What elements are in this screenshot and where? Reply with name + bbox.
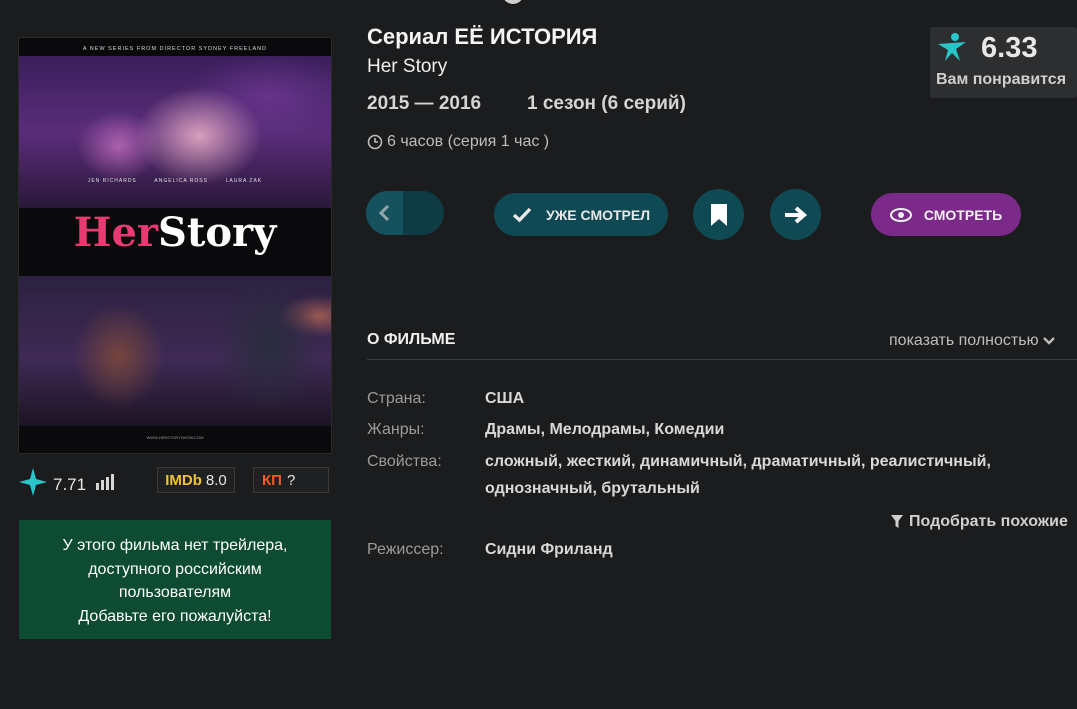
signal-bars-icon — [96, 474, 118, 490]
original-title: Her Story — [367, 56, 448, 77]
top-cropped-circle — [502, 0, 524, 4]
our-rating-value: 7.71 — [53, 475, 87, 494]
chevron-left-icon — [378, 204, 390, 222]
find-similar-link[interactable]: Подобрать похожие — [890, 513, 1068, 531]
years: 2015 — 2016 — [367, 93, 482, 114]
about-divider — [367, 359, 1077, 360]
properties-value[interactable]: сложный, жесткий, динамичный, драматичны… — [485, 448, 991, 502]
country-label: Страна: — [367, 390, 426, 407]
bookmark-button[interactable] — [693, 189, 744, 240]
bookmark-icon — [710, 203, 727, 226]
watched-label: УЖЕ СМОТРЕЛ — [545, 206, 651, 223]
director-label: Режиссер: — [367, 541, 444, 558]
imdb-rating[interactable]: IMDb 8.0 — [157, 467, 235, 493]
watch-button[interactable]: СМОТРЕТЬ — [871, 193, 1021, 236]
poster-cast-2: ANGELICA ROSS — [154, 178, 208, 184]
poster-cast-1: JEN RICHARDS — [87, 178, 137, 184]
genres-value[interactable]: Драмы, Мелодрамы, Комедии — [485, 416, 724, 443]
ratings-row: 7.71 IMDb 8.0 КП ? — [18, 467, 332, 497]
share-button[interactable] — [770, 189, 821, 240]
predicted-score: 6.33 Вам понравится — [930, 27, 1077, 98]
poster-scene-bottom — [19, 276, 331, 426]
poster-scene-top — [19, 56, 331, 208]
show-full-label: показать полностью — [889, 332, 1039, 349]
top-cropped-element — [492, 0, 532, 6]
chevron-down-icon — [1042, 337, 1055, 345]
genres-label: Жанры: — [367, 421, 425, 438]
duration-text: 6 часов (серия 1 час ) — [387, 133, 550, 150]
imdb-value: 8.0 — [205, 471, 227, 489]
duration: 6 часов (серия 1 час ) — [367, 133, 549, 151]
poster-cast: JEN RICHARDS ANGELICA ROSS LAURA ZAK — [19, 178, 331, 184]
poster-logo-her: Her — [73, 209, 158, 256]
properties-label: Свойства: — [367, 453, 442, 470]
kp-label: КП — [262, 471, 282, 489]
poster-cast-3: LAURA ZAK — [225, 178, 263, 184]
no-trailer-line-1: У этого фильма нет трейлера, — [62, 537, 288, 554]
no-trailer-line-3: пользователям — [118, 584, 232, 601]
page-title: Сериал ЕЁ ИСТОРИЯ — [367, 24, 598, 49]
poster-logo: HerStory — [19, 203, 331, 263]
filter-icon — [891, 515, 903, 528]
season-info: 1 сезон (6 серий) — [527, 93, 686, 114]
poster-logo-story: Story — [157, 209, 277, 256]
predicted-score-caption: Вам понравится — [936, 71, 1067, 88]
poster-tagline: A NEW SERIES FROM DIRECTOR SYDNEY FREELA… — [82, 46, 268, 52]
watched-button[interactable]: УЖЕ СМОТРЕЛ — [494, 193, 668, 236]
kp-value: ? — [286, 471, 296, 489]
kp-rating[interactable]: КП ? — [253, 467, 329, 493]
poster-image: A NEW SERIES FROM DIRECTOR SYDNEY FREELA… — [18, 37, 332, 454]
find-similar-label: Подобрать похожие — [909, 513, 1068, 530]
imdb-label: IMDb — [165, 471, 202, 489]
arrow-right-icon — [784, 205, 807, 224]
eye-icon — [889, 207, 912, 222]
properties-line-2: однозначный, брутальный — [485, 480, 700, 497]
poster-url: WWW.HERSTORYSHOW.COM — [146, 435, 204, 440]
watch-label: СМОТРЕТЬ — [923, 206, 1003, 223]
prev-button[interactable] — [366, 191, 444, 235]
show-full-link[interactable]: показать полностью — [889, 332, 1055, 350]
check-icon — [512, 207, 532, 222]
person-star-icon — [938, 33, 966, 61]
no-trailer-box[interactable]: У этого фильма нет трейлера, доступного … — [19, 520, 331, 639]
director-value[interactable]: Сидни Фриланд — [485, 536, 613, 563]
properties-line-1: сложный, жесткий, динамичный, драматичны… — [485, 453, 991, 470]
no-trailer-line-4: Добавьте его пожалуйста! — [78, 607, 272, 625]
rating-star-icon — [19, 468, 47, 496]
country-value[interactable]: США — [485, 385, 524, 412]
no-trailer-line-2: доступного российским — [88, 560, 262, 578]
predicted-score-value: 6.33 — [981, 32, 1038, 64]
clock-icon — [367, 134, 383, 150]
about-heading: О ФИЛЬМЕ — [367, 331, 456, 348]
